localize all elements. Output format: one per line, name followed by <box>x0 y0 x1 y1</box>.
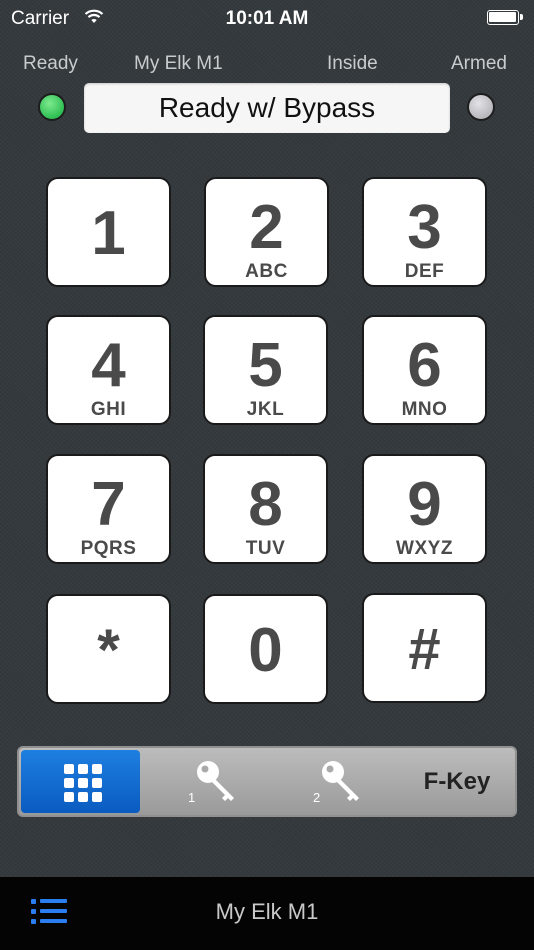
key-digit: 7 <box>91 470 126 539</box>
ready-indicator-led <box>38 93 66 121</box>
mode-label: Inside <box>327 53 378 74</box>
armed-label: Armed <box>451 53 507 74</box>
key-digit: 2 <box>249 193 284 262</box>
keypad-key-1[interactable]: 1 <box>46 177 171 287</box>
key-letters: GHI <box>90 399 127 420</box>
keypad-key-6[interactable]: 6 MNO <box>362 315 487 425</box>
status-display: Ready w/ Bypass <box>84 83 450 133</box>
key-letters: JKL <box>246 399 285 420</box>
key-digit: 5 <box>248 331 283 400</box>
key-letters: ABC <box>245 261 288 282</box>
segment-fkey[interactable]: F-Key <box>399 748 515 815</box>
key-digit: 4 <box>91 331 126 400</box>
key-digit: 1 <box>91 199 126 268</box>
key-icon <box>197 761 234 801</box>
panel-name-label: My Elk M1 <box>134 53 223 74</box>
key-digit: 8 <box>248 470 283 539</box>
keypad-key-7[interactable]: 7 PQRS <box>46 454 171 564</box>
key-digit: 3 <box>407 193 442 262</box>
key-digit: 9 <box>407 470 442 539</box>
bottom-toolbar: My Elk M1 <box>0 877 534 950</box>
key-letters: PQRS <box>80 538 137 559</box>
keypad-key-2[interactable]: 2 ABC <box>204 177 329 287</box>
key-digit: 6 <box>407 331 442 400</box>
keypad-key-9[interactable]: 9 WXYZ <box>362 454 487 564</box>
ready-label: Ready <box>23 53 78 74</box>
key-letters: TUV <box>245 538 286 559</box>
segment-key-2[interactable]: 2 <box>284 748 399 815</box>
keypad-key-8[interactable]: 8 TUV <box>203 454 328 564</box>
grid-icon <box>64 764 102 802</box>
key-digit: # <box>408 617 441 682</box>
segment-key-1[interactable]: 1 <box>159 748 274 815</box>
toolbar-title: My Elk M1 <box>215 899 319 924</box>
keypad-key-hash[interactable]: # <box>362 593 487 703</box>
clock: 10:01 AM <box>225 8 309 29</box>
key-letters: DEF <box>404 261 445 282</box>
key-letters: MNO <box>401 399 448 420</box>
key-icon <box>322 761 359 801</box>
segment-keypad[interactable] <box>21 750 140 813</box>
keypad-key-4[interactable]: 4 GHI <box>46 315 171 425</box>
mode-segmented-control: 1 2 F-Key <box>17 746 517 817</box>
keypad-key-star[interactable]: * <box>46 594 171 704</box>
keypad-key-0[interactable]: 0 <box>203 594 328 704</box>
battery-icon <box>487 10 523 25</box>
key-digit: * <box>97 618 120 683</box>
keypad-key-5[interactable]: 5 JKL <box>203 315 328 425</box>
keypad-key-3[interactable]: 3 DEF <box>362 177 487 287</box>
key-digit: 0 <box>248 616 283 685</box>
armed-indicator-led <box>467 93 495 121</box>
key-1-number: 1 <box>188 790 196 805</box>
status-bar: Carrier 10:01 AM <box>0 0 534 38</box>
key-2-number: 2 <box>313 790 321 805</box>
key-letters: WXYZ <box>396 538 453 559</box>
